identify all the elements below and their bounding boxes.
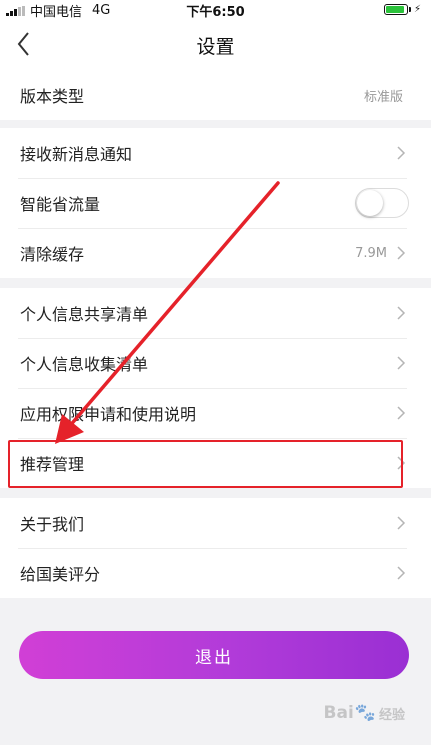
row-message-notification[interactable]: 接收新消息通知 bbox=[0, 128, 431, 178]
row-label: 接收新消息通知 bbox=[20, 145, 133, 164]
row-version-type: 版本类型 标准版 bbox=[0, 70, 431, 120]
logout-button[interactable]: 退出 bbox=[19, 631, 409, 679]
chevron-right-icon bbox=[397, 516, 406, 530]
chevron-right-icon bbox=[397, 356, 406, 370]
settings-group-about: 关于我们 给国美评分 bbox=[0, 498, 431, 598]
chevron-right-icon bbox=[397, 246, 406, 260]
settings-group-privacy: 个人信息共享清单 个人信息收集清单 应用权限申请和使用说明 推荐管理 bbox=[0, 288, 431, 488]
page-title: 设置 bbox=[196, 36, 235, 58]
row-label: 版本类型 bbox=[20, 87, 85, 106]
row-clear-cache[interactable]: 清除缓存 7.9M bbox=[0, 228, 431, 278]
row-label: 个人信息共享清单 bbox=[20, 305, 149, 324]
row-about-us[interactable]: 关于我们 bbox=[0, 498, 431, 548]
row-info-collection-list[interactable]: 个人信息收集清单 bbox=[0, 338, 431, 388]
nav-bar: 设置 bbox=[0, 20, 431, 70]
settings-group-version: 版本类型 标准版 bbox=[0, 70, 431, 120]
battery-icon bbox=[383, 4, 408, 15]
row-label: 清除缓存 bbox=[20, 245, 85, 264]
status-right: ⚡ bbox=[383, 4, 421, 15]
row-label: 关于我们 bbox=[20, 515, 85, 534]
row-app-permissions[interactable]: 应用权限申请和使用说明 bbox=[0, 388, 431, 438]
row-label: 应用权限申请和使用说明 bbox=[20, 405, 197, 424]
version-type-value: 标准版 bbox=[363, 89, 403, 105]
watermark-text: Bai bbox=[323, 703, 354, 723]
row-recommendation-management[interactable]: 推荐管理 bbox=[0, 438, 431, 488]
status-bar: 中国电信 4G 下午6:50 ⚡ bbox=[0, 0, 431, 20]
watermark: Bai 🐾 经验 bbox=[324, 703, 405, 723]
row-label: 推荐管理 bbox=[20, 455, 85, 474]
paw-icon: 🐾 bbox=[354, 703, 376, 723]
settings-group-general: 接收新消息通知 智能省流量 清除缓存 7.9M bbox=[0, 128, 431, 278]
watermark-suffix: 经验 bbox=[378, 707, 405, 723]
data-saver-toggle[interactable] bbox=[355, 188, 409, 218]
chevron-right-icon bbox=[397, 566, 406, 580]
row-label: 智能省流量 bbox=[20, 195, 101, 214]
chevron-right-icon bbox=[397, 456, 406, 470]
row-label: 个人信息收集清单 bbox=[20, 355, 149, 374]
chevron-right-icon bbox=[397, 406, 406, 420]
row-label: 给国美评分 bbox=[20, 565, 101, 584]
row-data-saver: 智能省流量 bbox=[0, 178, 431, 228]
cache-size-value: 7.9M bbox=[355, 245, 387, 261]
chevron-right-icon bbox=[397, 306, 406, 320]
status-time: 下午6:50 bbox=[186, 5, 245, 20]
toggle-knob bbox=[357, 190, 383, 216]
battery-cap bbox=[408, 7, 411, 12]
row-rate-app[interactable]: 给国美评分 bbox=[0, 548, 431, 598]
charging-icon: ⚡ bbox=[413, 4, 421, 15]
row-info-sharing-list[interactable]: 个人信息共享清单 bbox=[0, 288, 431, 338]
chevron-right-icon bbox=[397, 146, 406, 160]
